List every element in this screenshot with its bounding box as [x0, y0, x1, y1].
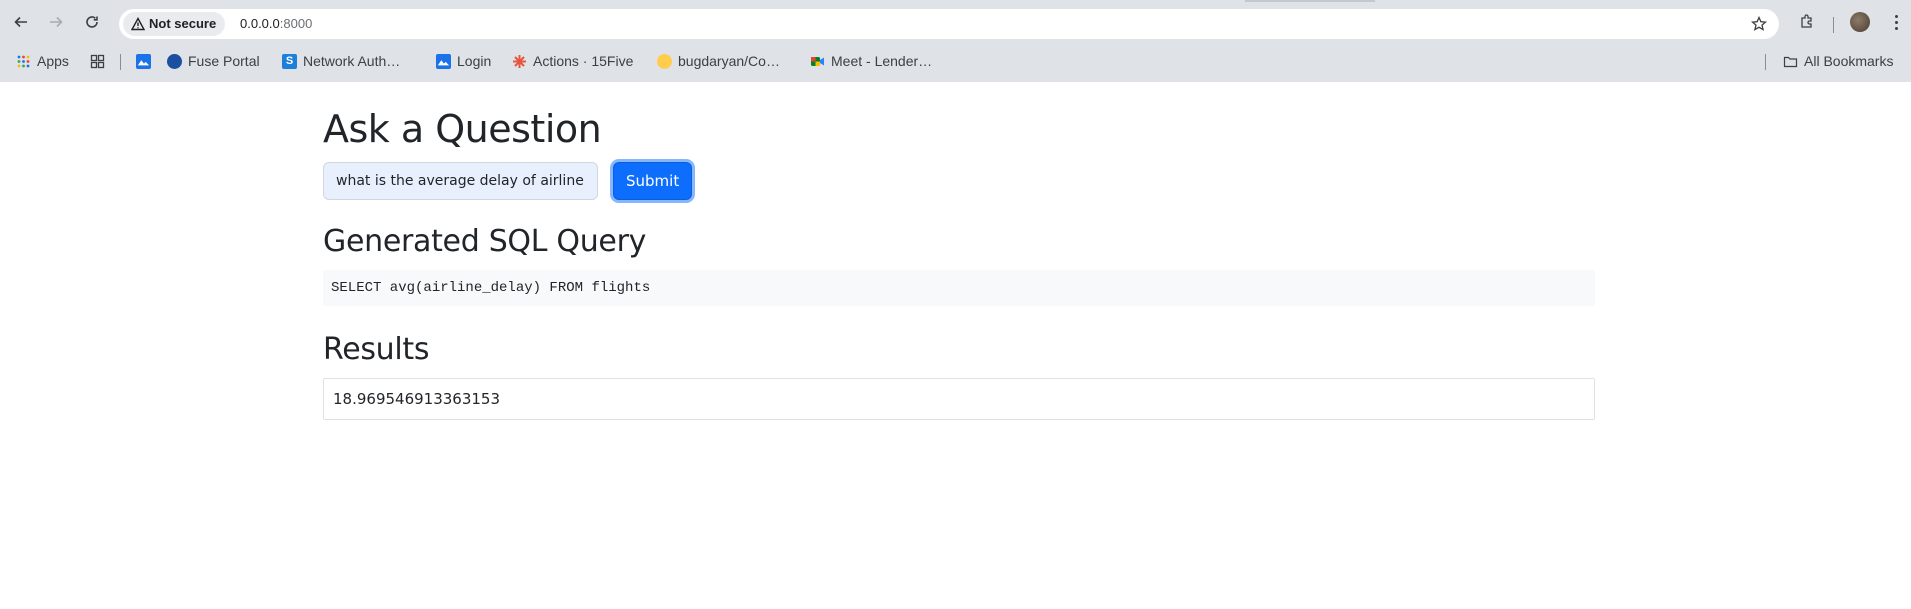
all-bookmarks-button[interactable]: All Bookmarks — [1783, 47, 1893, 75]
bookmark-login[interactable]: Login — [436, 47, 491, 75]
google-meet-icon — [810, 54, 825, 69]
bookmark-15five[interactable]: Actions · 15Five — [512, 47, 633, 75]
reload-icon — [86, 16, 98, 28]
bookmark-label: Login — [457, 53, 492, 69]
bookmark-separator — [120, 54, 121, 70]
submit-button[interactable]: Submit — [613, 162, 693, 200]
bookmark-label: Actions · 15Five — [533, 53, 634, 69]
security-chip-label: Not secure — [149, 16, 217, 31]
result-value: 18.969546913363153 — [323, 378, 1595, 420]
url-text[interactable]: 0.0.0.0:8000 — [240, 9, 312, 39]
back-arrow-icon — [14, 16, 27, 28]
bookmarks-bar: Apps Fuse Portal S Network Auth… Login A… — [0, 47, 1911, 75]
tab-strip — [1245, 0, 1375, 2]
back-button[interactable] — [7, 8, 35, 36]
all-bookmarks-label: All Bookmarks — [1804, 53, 1894, 69]
reload-button[interactable] — [78, 8, 106, 36]
url-port: :8000 — [279, 16, 313, 31]
more-vertical-icon — [1894, 14, 1898, 30]
security-chip[interactable]: Not secure — [123, 12, 226, 36]
apps-grid-icon — [16, 54, 31, 69]
forward-arrow-icon — [50, 16, 63, 28]
question-form: Submit — [323, 162, 723, 200]
bookmark-fuse-portal[interactable]: Fuse Portal — [167, 47, 260, 75]
question-input[interactable] — [323, 162, 598, 200]
bookmark-mountain[interactable] — [136, 47, 151, 75]
bookmark-bugdaryan[interactable]: bugdaryan/Co… — [657, 47, 780, 75]
sql-query-block: SELECT avg(airline_delay) FROM flights — [323, 270, 1595, 306]
folder-icon — [1783, 54, 1798, 69]
menu-button[interactable] — [1882, 8, 1910, 36]
bookmark-label: Network Auth… — [303, 53, 401, 69]
page-title: Ask a Question — [323, 107, 602, 151]
fuse-portal-icon — [167, 53, 182, 69]
browser-chrome: Not secure 0.0.0.0:8000 Apps Fuse Portal… — [0, 0, 1911, 82]
bookmark-network-auth[interactable]: S Network Auth… — [282, 47, 400, 75]
avatar — [1850, 12, 1870, 32]
hugging-face-icon — [657, 53, 672, 69]
bookmark-tab-groups[interactable] — [90, 47, 105, 75]
tab-groups-icon — [90, 54, 105, 69]
url-host: 0.0.0.0 — [240, 16, 280, 31]
bookmark-label: Meet - Lender… — [831, 53, 933, 69]
network-auth-icon: S — [282, 53, 297, 69]
sql-heading: Generated SQL Query — [323, 224, 647, 259]
results-heading: Results — [323, 332, 430, 367]
puzzle-icon — [1801, 14, 1812, 28]
address-bar[interactable]: Not secure 0.0.0.0:8000 — [119, 9, 1779, 39]
bookmark-meet[interactable]: Meet - Lender… — [810, 47, 932, 75]
mountain-icon — [136, 53, 151, 69]
toolbar-separator — [1833, 17, 1834, 33]
bookmark-star-icon[interactable] — [1751, 16, 1767, 32]
bookmark-label: Apps — [37, 53, 69, 69]
bookmark-separator — [1765, 54, 1766, 70]
bookmark-apps[interactable]: Apps — [16, 47, 69, 75]
bookmark-label: bugdaryan/Co… — [678, 53, 780, 69]
mountain-icon — [436, 53, 451, 69]
warning-triangle-icon — [131, 17, 145, 31]
browser-toolbar: Not secure 0.0.0.0:8000 — [0, 6, 1911, 42]
extensions-button[interactable] — [1793, 8, 1821, 36]
15five-icon — [512, 54, 527, 69]
bookmark-label: Fuse Portal — [188, 53, 260, 69]
forward-button[interactable] — [42, 8, 70, 36]
profile-button[interactable] — [1846, 8, 1874, 36]
